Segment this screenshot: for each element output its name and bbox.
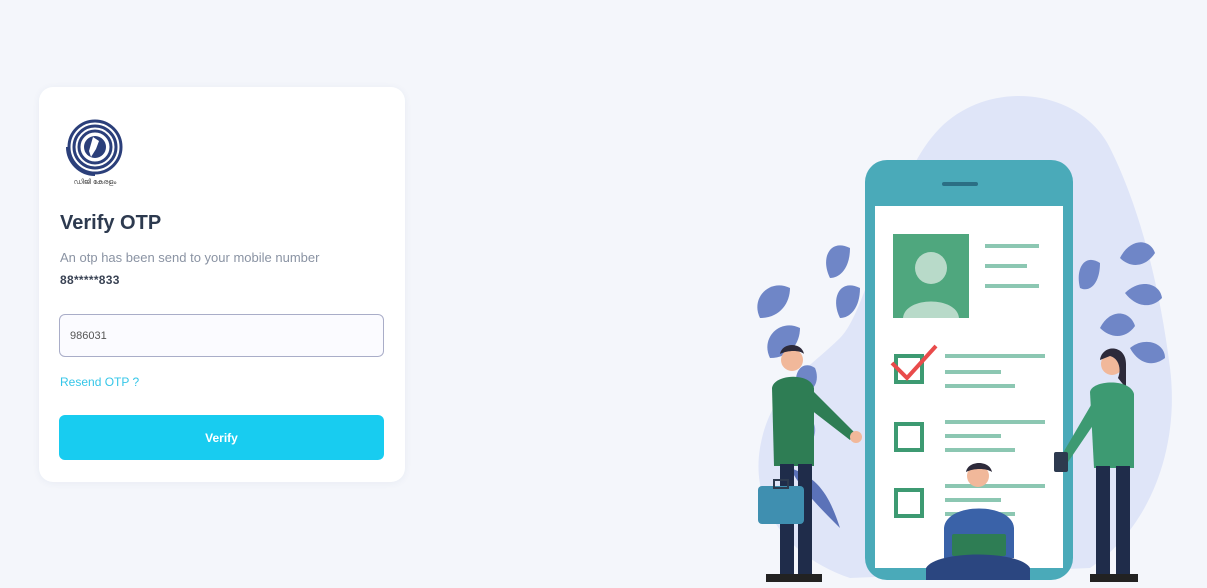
verify-button[interactable]: Verify — [59, 415, 384, 460]
illustration-svg — [757, 95, 1172, 582]
page: ഡിജി കേരളം Verify OTP An otp has been se… — [0, 0, 1207, 588]
resend-otp-link[interactable]: Resend OTP ? — [60, 375, 139, 389]
page-title: Verify OTP — [60, 212, 162, 234]
otp-sent-message: An otp has been send to your mobile numb… — [60, 250, 320, 265]
logo-caption: ഡിജി കേരളം — [73, 179, 117, 186]
phone-speaker — [942, 182, 978, 186]
otp-verification-illustration — [730, 88, 1190, 588]
ring-emblem-logo-icon — [66, 119, 123, 176]
masked-mobile-number: 88*****833 — [60, 273, 120, 287]
otp-card: ഡിജി കേരളം Verify OTP An otp has been se… — [39, 87, 405, 482]
brand-logo: ഡിജി കേരളം — [63, 119, 127, 195]
otp-input[interactable] — [59, 314, 384, 357]
